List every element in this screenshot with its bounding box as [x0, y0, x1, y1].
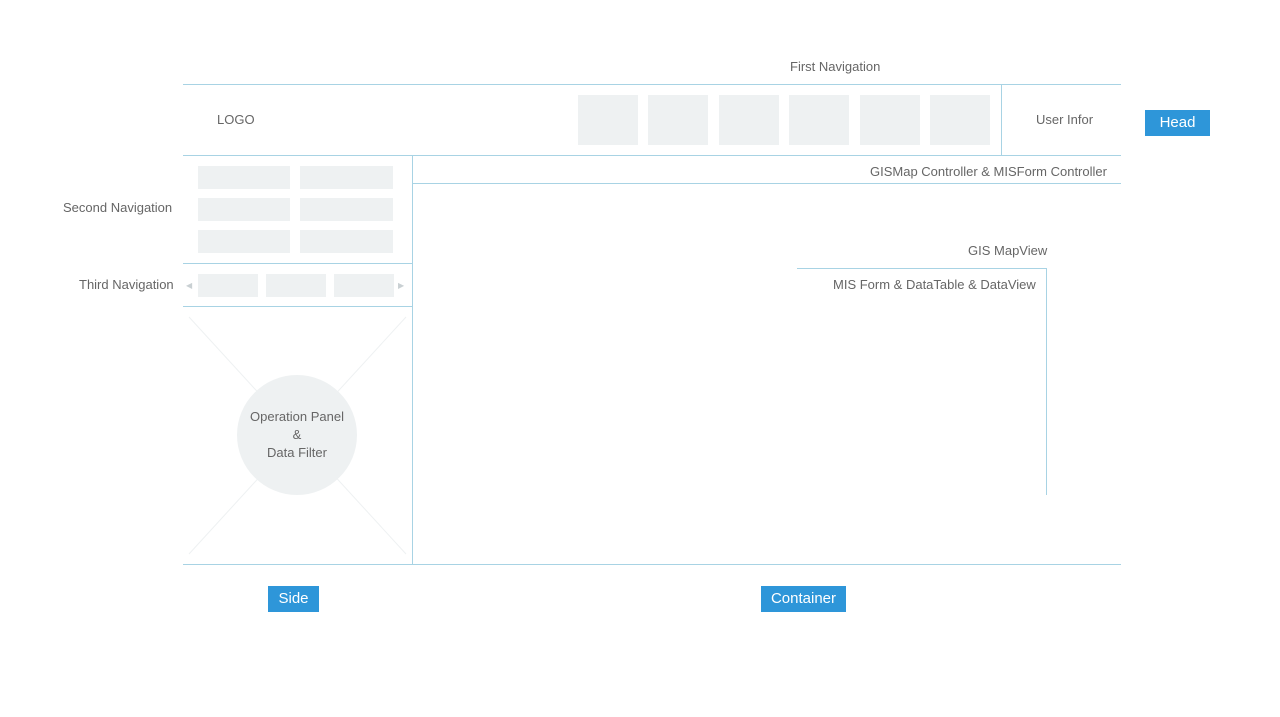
- mis-form-right-border: [1046, 268, 1047, 495]
- second-navigation-label: Second Navigation: [63, 200, 173, 215]
- operation-panel-line2: &: [292, 427, 302, 442]
- operation-panel[interactable]: Operation Panel & Data Filter: [237, 375, 357, 495]
- second-nav-item[interactable]: [300, 166, 393, 189]
- second-nav-item[interactable]: [300, 230, 393, 253]
- first-nav-item[interactable]: [930, 95, 990, 145]
- user-info-divider: [1001, 84, 1002, 155]
- first-navigation-label: First Navigation: [790, 59, 881, 74]
- second-nav-item[interactable]: [198, 230, 290, 253]
- logo: LOGO: [217, 112, 255, 127]
- first-nav-item[interactable]: [860, 95, 920, 145]
- gis-mapview-label: GIS MapView: [968, 243, 1048, 258]
- user-info[interactable]: User Infor: [1036, 112, 1093, 127]
- second-nav-bottom-border: [183, 263, 412, 264]
- head-bottom-border: [183, 155, 1121, 156]
- head-tag: Head: [1145, 110, 1210, 136]
- container-tag: Container: [761, 586, 846, 612]
- third-nav-item[interactable]: [266, 274, 326, 297]
- side-container-divider: [412, 155, 413, 564]
- scroll-left-icon[interactable]: ◀: [186, 281, 192, 290]
- head-top-border: [183, 84, 1121, 85]
- third-nav-item[interactable]: [198, 274, 258, 297]
- first-nav-item[interactable]: [648, 95, 708, 145]
- third-navigation-label: Third Navigation: [79, 277, 174, 292]
- first-nav-item[interactable]: [719, 95, 779, 145]
- map-form-controller[interactable]: GISMap Controller & MISForm Controller: [870, 164, 1107, 179]
- second-nav-item[interactable]: [300, 198, 393, 221]
- first-nav-item[interactable]: [578, 95, 638, 145]
- third-nav-item[interactable]: [334, 274, 394, 297]
- mis-form-top-border: [797, 268, 1047, 269]
- side-tag: Side: [268, 586, 319, 612]
- first-nav-item[interactable]: [789, 95, 849, 145]
- second-nav-item[interactable]: [198, 198, 290, 221]
- operation-panel-line1: Operation Panel: [250, 409, 344, 424]
- operation-panel-line3: Data Filter: [267, 445, 327, 460]
- scroll-right-icon[interactable]: ▶: [398, 281, 404, 290]
- second-nav-item[interactable]: [198, 166, 290, 189]
- controller-bottom-border: [413, 183, 1121, 184]
- mis-form-label: MIS Form & DataTable & DataView: [833, 277, 1036, 292]
- layout-bottom-border: [183, 564, 1121, 565]
